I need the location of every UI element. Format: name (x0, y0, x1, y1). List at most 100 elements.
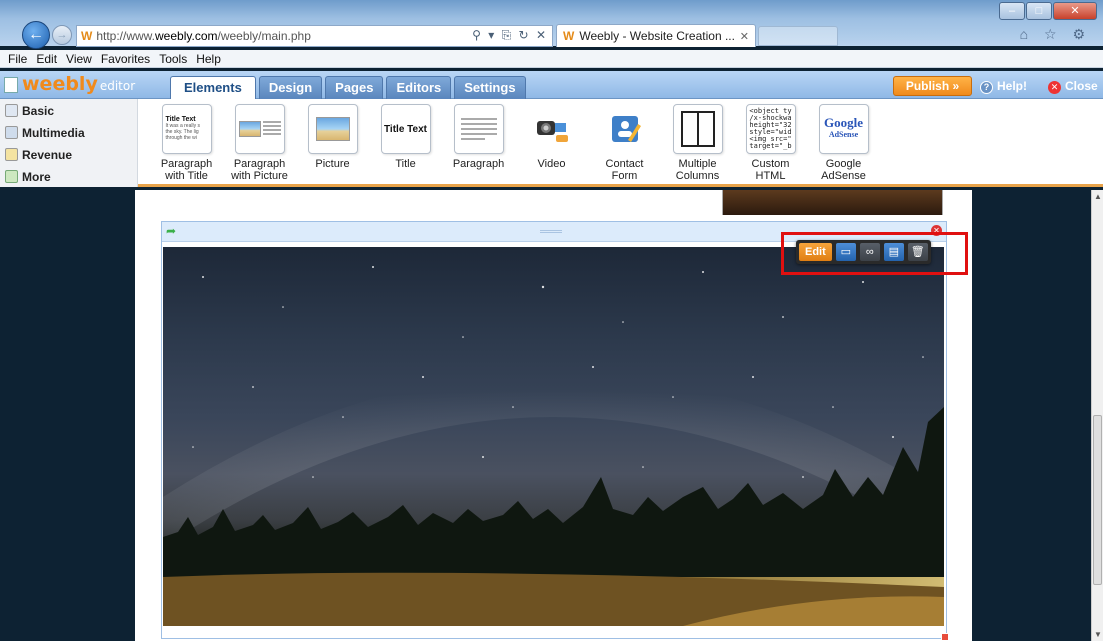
tab-favicon: W (563, 29, 575, 43)
tile-label: Title (395, 158, 416, 170)
minimize-button[interactable]: – (999, 2, 1025, 20)
category-multimedia[interactable]: Multimedia (0, 123, 137, 143)
element-title[interactable]: Title Text Title (369, 104, 442, 182)
link-icon[interactable]: ∞ (859, 243, 880, 261)
scroll-up-icon[interactable]: ▲ (1094, 192, 1102, 201)
browser-tab-new[interactable] (758, 26, 838, 46)
columns-icon (672, 104, 723, 154)
element-multiple-columns[interactable]: Multiple Columns (661, 104, 734, 182)
menu-view[interactable]: View (66, 52, 92, 66)
video-camera-icon (526, 104, 577, 154)
caption-icon[interactable]: ▤ (883, 243, 904, 261)
editor-page-icon (4, 77, 18, 93)
help-icon: ? (980, 81, 993, 94)
window-controls: – □ ✕ (998, 2, 1097, 22)
element-categories: Basic Multimedia Revenue More (0, 99, 138, 187)
element-paragraph-with-picture[interactable]: Paragraph with Picture (223, 104, 296, 182)
milky-way-photo[interactable] (163, 247, 944, 626)
trash-icon[interactable]: 🗑 (907, 243, 928, 261)
tab-elements[interactable]: Elements (170, 76, 256, 100)
maximize-button[interactable]: □ (1026, 2, 1052, 20)
editor-tabs: Elements Design Pages Editors Settings (170, 76, 529, 100)
publish-button[interactable]: Publish » (893, 76, 972, 96)
category-basic[interactable]: Basic (0, 101, 137, 121)
element-custom-html[interactable]: <object ty /x-shockwa height="32 style="… (734, 104, 807, 182)
window-close-button[interactable]: ✕ (1053, 2, 1097, 20)
tile-label: Paragraph (452, 158, 505, 170)
drag-grip-icon[interactable] (540, 230, 562, 233)
tile-label-2: Form (611, 170, 638, 182)
address-bar[interactable]: W http://www.weebly.com/weebly/main.php … (76, 25, 553, 47)
menu-bar: File Edit View Favorites Tools Help (0, 50, 1103, 68)
menu-tools[interactable]: Tools (159, 52, 187, 66)
tile-label: Paragraph (160, 158, 213, 170)
scroll-down-icon[interactable]: ▼ (1094, 630, 1102, 639)
tab-pages[interactable]: Pages (325, 76, 384, 99)
more-category-icon (5, 170, 18, 183)
element-paragraph-with-title[interactable]: Title Text It was a really s the sky. The… (150, 104, 223, 182)
scrollbar-thumb[interactable] (1093, 415, 1102, 585)
browser-title-bar: – □ ✕ ← → W http://www.weebly.com/weebly… (0, 0, 1103, 49)
paragraph-icon (453, 104, 504, 154)
tile-label: Paragraph (233, 158, 286, 170)
url-text: http://www.weebly.com/weebly/main.php (96, 29, 311, 43)
tile-label: Picture (315, 158, 350, 170)
element-contact-form[interactable]: Contact Form (588, 104, 661, 182)
menu-file[interactable]: File (8, 52, 27, 66)
tab-design[interactable]: Design (258, 76, 323, 99)
close-icon: ✕ (1048, 81, 1061, 94)
tab-close-icon[interactable]: ✕ (740, 30, 749, 43)
back-arrow-icon[interactable]: ← (22, 21, 50, 49)
tile-label: Google (825, 158, 862, 170)
menu-help[interactable]: Help (196, 52, 221, 66)
help-button[interactable]: ? Help! (980, 79, 1027, 94)
tile-label: Multiple (678, 158, 717, 170)
image-toolbar: Edit ▭ ∞ ▤ 🗑 (796, 240, 931, 264)
tab-settings[interactable]: Settings (454, 76, 526, 99)
browser-tab-weebly[interactable]: W Weebly - Website Creation ... ✕ (556, 24, 756, 47)
move-arrow-icon[interactable]: ➦ (166, 224, 176, 238)
sidebar-image-thumbnail[interactable] (722, 190, 943, 215)
tile-label-2: AdSense (821, 170, 866, 182)
elements-panel: Basic Multimedia Revenue More Title Text… (0, 99, 1103, 187)
edit-image-button[interactable]: Edit (799, 243, 832, 261)
address-controls[interactable]: ⚲ ▾ ⎘ ↻ ✕ (472, 28, 548, 43)
close-editor-button[interactable]: ✕ Close (1048, 79, 1098, 94)
custom-html-icon: <object ty /x-shockwa height="32 style="… (745, 104, 796, 154)
vertical-scrollbar[interactable]: ▲ ▼ (1091, 190, 1103, 641)
editor-header: weebly editor Elements Design Pages Edito… (0, 71, 1103, 100)
tile-label-2: with Title (165, 170, 208, 182)
tile-label-2: Columns (675, 170, 720, 182)
tile-label: Custom (751, 158, 790, 170)
tile-label: Video (537, 158, 566, 170)
contact-form-icon (599, 104, 650, 154)
forward-arrow-icon[interactable]: → (52, 25, 72, 45)
weebly-logo: weebly editor (22, 73, 136, 95)
paragraph-with-title-icon: Title Text It was a really s the sky. The… (161, 104, 212, 154)
category-more[interactable]: More (0, 167, 137, 187)
tile-label-2: with Picture (231, 170, 288, 182)
menu-edit[interactable]: Edit (36, 52, 57, 66)
element-tiles: Title Text It was a really s the sky. The… (150, 104, 880, 182)
picture-icon (307, 104, 358, 154)
site-favicon: W (81, 29, 93, 43)
paragraph-with-picture-icon (234, 104, 285, 154)
element-paragraph[interactable]: Paragraph (442, 104, 515, 182)
menu-favorites[interactable]: Favorites (101, 52, 150, 66)
title-icon: Title Text (380, 104, 431, 154)
tile-label-2: HTML (755, 170, 786, 182)
resize-handle[interactable] (941, 633, 949, 641)
tab-editors[interactable]: Editors (386, 76, 452, 99)
element-video[interactable]: Video (515, 104, 588, 182)
tile-label: Contact (605, 158, 644, 170)
tab-title: Weebly - Website Creation ... (579, 29, 735, 43)
basic-category-icon (5, 104, 18, 117)
image-settings-icon[interactable]: ▭ (835, 243, 856, 261)
element-google-adsense[interactable]: Google AdSense Google AdSense (807, 104, 880, 182)
multimedia-category-icon (5, 126, 18, 139)
adsense-icon: Google AdSense (818, 104, 869, 154)
revenue-category-icon (5, 148, 18, 161)
element-picture[interactable]: Picture (296, 104, 369, 182)
browser-toolbar-icons[interactable]: ⌂ ☆ ⚙ (1020, 26, 1091, 43)
category-revenue[interactable]: Revenue (0, 145, 137, 165)
